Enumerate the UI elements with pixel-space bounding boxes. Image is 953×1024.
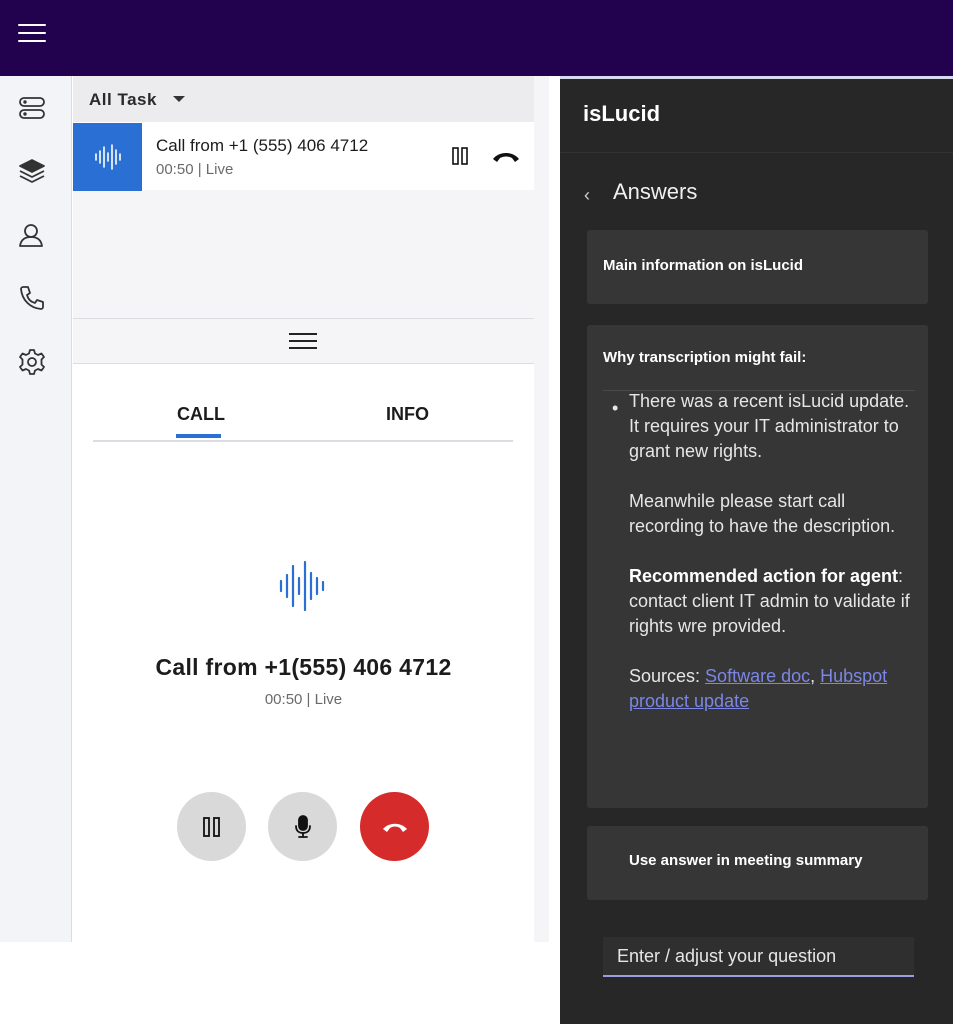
hang-up-icon[interactable] — [491, 150, 521, 164]
task-panel: All Task Call from +1 (555) 406 4712 00:… — [73, 76, 534, 318]
question-input[interactable] — [603, 937, 914, 977]
top-bar — [0, 0, 953, 76]
task-item-title: Call from +1 (555) 406 4712 — [156, 136, 369, 155]
active-tab-indicator — [176, 434, 221, 438]
task-filter-label: All Task — [89, 90, 157, 109]
recommended-action-text: contact client IT admin to validate if r… — [629, 591, 910, 636]
recommended-action: Recommended action for agent: — [629, 566, 904, 586]
drag-handle-icon[interactable] — [289, 333, 317, 349]
use-answer-button[interactable]: Use answer in meeting summary — [587, 826, 928, 900]
task-filter[interactable]: All Task — [73, 76, 534, 122]
answer-heading: Why transcription might fail: — [603, 349, 807, 366]
servers-icon[interactable] — [18, 94, 46, 122]
answer-para-1: There was a recent isLucid update. It re… — [629, 391, 910, 461]
layers-icon[interactable] — [18, 157, 46, 185]
answer-card: Why transcription might fail: • There wa… — [587, 325, 928, 808]
caret-down-icon[interactable] — [173, 96, 185, 102]
end-call-button[interactable] — [360, 792, 429, 861]
phone-icon[interactable] — [18, 284, 46, 312]
main-info-label: Main information on isLucid — [603, 257, 803, 274]
mute-button[interactable] — [268, 792, 337, 861]
assistant-header: isLucid — [560, 79, 953, 153]
tab-call[interactable]: CALL — [177, 404, 225, 425]
contact-icon[interactable] — [18, 221, 46, 249]
panel-divider[interactable] — [73, 318, 534, 364]
recommended-action-label: Recommended action for agent — [629, 566, 899, 586]
call-tabs: CALL INFO — [93, 394, 513, 442]
task-item-wave-icon — [73, 123, 142, 191]
assistant-title: isLucid — [583, 101, 661, 126]
section-title: Answers — [613, 179, 698, 204]
use-answer-label: Use answer in meeting summary — [629, 852, 863, 869]
pause-icon[interactable] — [450, 146, 470, 166]
hamburger-menu-icon[interactable] — [18, 24, 46, 46]
hang-up-icon — [382, 823, 407, 832]
sources: Sources: Software doc, Hubspot product u… — [629, 666, 888, 711]
left-rail — [0, 76, 72, 942]
settings-icon[interactable] — [18, 348, 46, 376]
call-status: 00:50 | Live — [264, 691, 343, 708]
audio-wave-icon — [277, 560, 329, 612]
assistant-panel: isLucid ‹ Answers Main information on is… — [560, 79, 953, 1024]
hold-button[interactable] — [177, 792, 246, 861]
task-item-status: 00:50 | Live — [156, 161, 234, 178]
panel-gutter — [534, 76, 549, 942]
microphone-icon — [294, 814, 311, 838]
task-item[interactable]: Call from +1 (555) 406 4712 00:50 | Live — [73, 122, 534, 191]
pause-icon — [202, 816, 220, 837]
back-chevron-icon[interactable]: ‹ — [584, 185, 590, 206]
source-link-software-doc[interactable]: Software doc — [705, 666, 810, 686]
answer-body: There was a recent isLucid update. It re… — [629, 389, 919, 714]
caller-title: Call from +1(555) 406 4712 — [155, 654, 452, 680]
bullet: • — [612, 398, 619, 418]
call-panel: CALL INFO Call from +1(555) 406 4712 00:… — [73, 364, 534, 942]
answer-para-2: Meanwhile please start call recording to… — [629, 491, 896, 536]
tab-info[interactable]: INFO — [386, 404, 429, 425]
main-info-card[interactable]: Main information on isLucid — [587, 230, 928, 304]
